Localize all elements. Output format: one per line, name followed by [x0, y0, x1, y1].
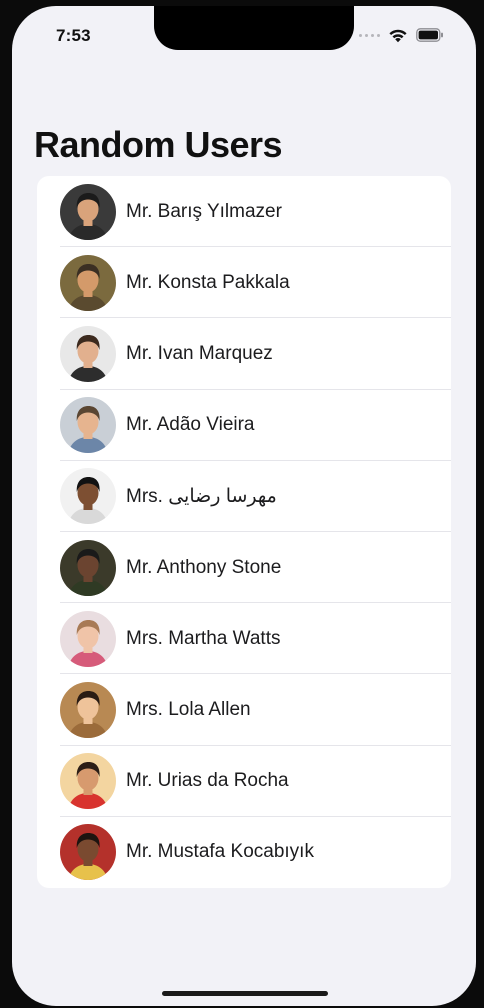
person-avatar-icon [60, 681, 116, 738]
notch [154, 6, 354, 50]
user-avatar [60, 397, 116, 454]
page-title: Random Users [34, 124, 283, 165]
battery-icon [416, 28, 443, 42]
device-frame: 7:53 Random Users Mr. Barış Yılmazer Mr. … [0, 0, 484, 1008]
person-avatar-icon [60, 539, 116, 596]
app-screen: 7:53 Random Users Mr. Barış Yılmazer Mr. … [12, 6, 476, 1006]
user-row[interactable]: Mr. Barış Yılmazer [37, 176, 451, 248]
user-avatar [60, 824, 116, 881]
cellular-dots-icon [359, 33, 380, 37]
user-avatar [60, 753, 116, 810]
person-avatar-icon [60, 753, 116, 810]
user-name: Mr. Anthony Stone [126, 556, 282, 578]
user-avatar [60, 254, 116, 311]
person-avatar-icon [60, 183, 116, 240]
user-row[interactable]: Mr. Anthony Stone [37, 532, 451, 604]
person-avatar-icon [60, 397, 116, 454]
home-indicator[interactable] [162, 991, 328, 996]
user-name: Mrs. Lola Allen [126, 698, 251, 720]
user-avatar [60, 468, 116, 525]
user-avatar [60, 539, 116, 596]
user-name: Mrs. Martha Watts [126, 627, 281, 649]
person-avatar-icon [60, 254, 116, 311]
status-icons [359, 26, 444, 44]
user-name: Mr. Adão Vieira [126, 414, 255, 436]
user-row[interactable]: Mr. Adão Vieira [37, 390, 451, 461]
person-avatar-icon [60, 610, 116, 667]
user-row[interactable]: Mr. Urias da Rocha [37, 746, 451, 817]
user-avatar [60, 183, 116, 240]
status-time: 7:53 [56, 26, 91, 45]
person-avatar-icon [60, 824, 116, 881]
user-row[interactable]: Mrs. مهرسا رضایی [37, 461, 451, 532]
user-row[interactable]: Mr. Ivan Marquez [37, 318, 451, 390]
user-name: Mr. Konsta Pakkala [126, 271, 290, 293]
user-name: Mrs. مهرسا رضایی [126, 485, 277, 507]
user-name: Mr. Barış Yılmazer [126, 200, 282, 222]
person-avatar-icon [60, 468, 116, 525]
user-avatar [60, 325, 116, 382]
user-row[interactable]: Mrs. Lola Allen [37, 674, 451, 746]
person-avatar-icon [60, 325, 116, 382]
wifi-icon [389, 29, 407, 42]
user-name: Mr. Urias da Rocha [126, 770, 289, 792]
user-row[interactable]: Mrs. Martha Watts [37, 603, 451, 675]
user-row[interactable]: Mr. Mustafa Kocabıyık [37, 817, 451, 888]
user-row[interactable]: Mr. Konsta Pakkala [37, 247, 451, 319]
user-name: Mr. Ivan Marquez [126, 342, 273, 364]
user-name: Mr. Mustafa Kocabıyık [126, 841, 314, 863]
user-list: Mr. Barış Yılmazer Mr. Konsta Pakkala Mr. … [37, 176, 451, 888]
user-avatar [60, 681, 116, 738]
user-avatar [60, 610, 116, 667]
